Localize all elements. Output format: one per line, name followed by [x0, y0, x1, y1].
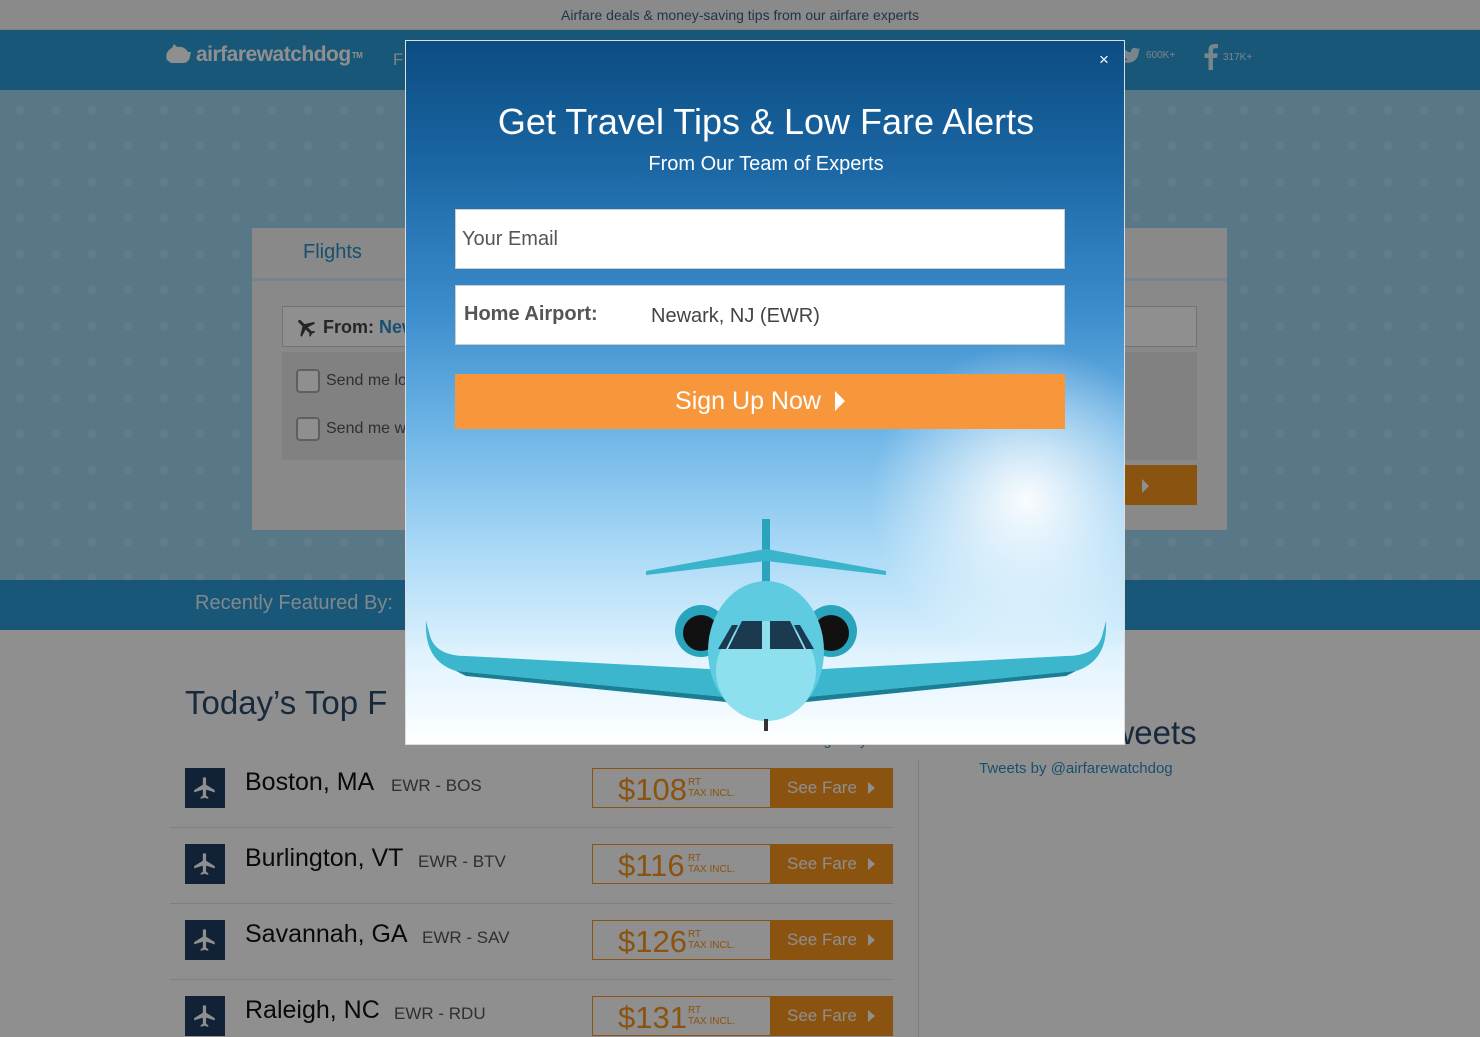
- sign-up-label: Sign Up Now: [675, 387, 821, 415]
- email-field[interactable]: [455, 209, 1065, 269]
- home-airport-field[interactable]: Home Airport:: [455, 285, 1065, 345]
- home-airport-label: Home Airport:: [464, 303, 598, 325]
- jet-illustration: [425, 519, 1107, 731]
- modal-subtitle: From Our Team of Experts: [648, 153, 884, 175]
- signup-modal: × Get Travel Tips & Low Fare Alerts From…: [405, 40, 1125, 745]
- modal-title: Get Travel Tips & Low Fare Alerts: [497, 101, 1035, 142]
- arrow-right-icon: [834, 391, 845, 411]
- home-airport-input[interactable]: [651, 305, 1051, 328]
- close-icon[interactable]: ×: [1099, 50, 1109, 70]
- sign-up-button[interactable]: Sign Up Now: [455, 374, 1065, 429]
